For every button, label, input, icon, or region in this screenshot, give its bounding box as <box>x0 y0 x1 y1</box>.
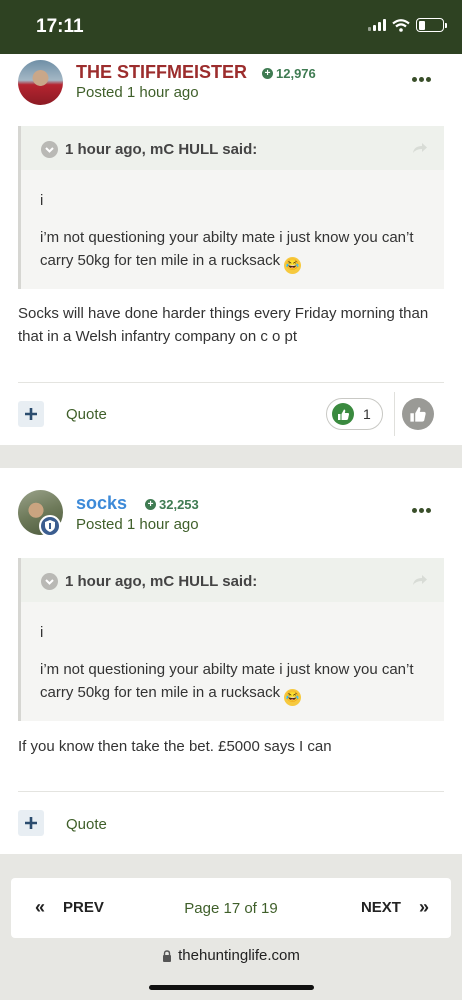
battery-icon <box>416 18 447 32</box>
status-time: 17:11 <box>36 16 84 37</box>
double-chevron-right-icon: » <box>418 897 429 917</box>
multiquote-button[interactable] <box>18 810 44 836</box>
reputation-count: 32,253 <box>159 497 199 512</box>
multiquote-button[interactable] <box>18 401 44 427</box>
post-card: THE STIFFMEISTER + 12,976 Posted 1 hour … <box>0 54 462 445</box>
thumbs-up-icon <box>410 407 426 422</box>
reaction-count-button[interactable]: 1 <box>326 398 383 430</box>
divider <box>18 791 444 792</box>
more-options-button[interactable] <box>412 508 431 513</box>
share-icon[interactable] <box>412 142 428 154</box>
status-bar: 17:11 <box>0 0 462 54</box>
avatar[interactable] <box>18 60 63 105</box>
shield-icon <box>39 515 61 537</box>
url-bar[interactable]: thehuntinglife.com <box>0 947 462 964</box>
quote-button[interactable]: Quote <box>66 406 107 423</box>
post-timestamp[interactable]: Posted 1 hour ago <box>76 84 199 101</box>
divider <box>18 382 444 383</box>
post-body: If you know then take the bet. £5000 say… <box>18 738 332 755</box>
lock-icon <box>163 949 172 962</box>
quote-attribution: 1 hour ago, mC HULL said: <box>65 573 258 590</box>
quote-header: 1 hour ago, mC HULL said: <box>21 558 444 602</box>
reputation-badge: + 32,253 <box>145 497 199 512</box>
chevron-down-icon[interactable] <box>41 141 58 158</box>
laughing-emoji-icon: 😂 <box>284 257 302 274</box>
plus-circle-icon: + <box>262 68 273 79</box>
quote-text: i’m not questioning your abilty mate i j… <box>40 658 420 706</box>
divider <box>394 392 395 436</box>
post-timestamp[interactable]: Posted 1 hour ago <box>76 516 199 533</box>
home-indicator[interactable] <box>149 985 314 990</box>
quote-text: i <box>40 192 44 209</box>
quote-block: 1 hour ago, mC HULL said: i i’m not ques… <box>18 558 444 721</box>
laughing-emoji-icon: 😂 <box>284 689 302 706</box>
plus-icon <box>25 817 37 829</box>
plus-circle-icon: + <box>145 499 156 510</box>
reaction-count: 1 <box>363 406 371 422</box>
quote-text: i <box>40 624 44 641</box>
pagination: « PREV Page 17 of 19 NEXT » <box>11 878 451 938</box>
reputation-badge: + 12,976 <box>262 66 316 81</box>
wifi-icon <box>392 18 410 32</box>
quote-header: 1 hour ago, mC HULL said: <box>21 126 444 170</box>
post-body: Socks will have done harder things every… <box>18 305 429 345</box>
thumbs-up-icon <box>332 403 354 425</box>
post-card: socks + 32,253 Posted 1 hour ago 1 hour … <box>0 468 462 854</box>
quote-block: 1 hour ago, mC HULL said: i i’m not ques… <box>18 126 444 289</box>
plus-icon <box>25 408 37 420</box>
react-button[interactable] <box>402 398 434 430</box>
share-icon[interactable] <box>412 574 428 586</box>
author-name[interactable]: THE STIFFMEISTER <box>76 62 247 83</box>
status-icons <box>368 18 447 32</box>
quote-text: i’m not questioning your abilty mate i j… <box>40 226 420 274</box>
reputation-count: 12,976 <box>276 66 316 81</box>
author-name[interactable]: socks <box>76 493 127 514</box>
quote-attribution: 1 hour ago, mC HULL said: <box>65 141 258 158</box>
more-options-button[interactable] <box>412 77 431 82</box>
quote-button[interactable]: Quote <box>66 816 107 833</box>
chevron-down-icon[interactable] <box>41 573 58 590</box>
next-label: NEXT <box>360 899 401 916</box>
signal-icon <box>368 19 386 31</box>
next-page-button[interactable]: NEXT » <box>360 897 429 917</box>
url-text: thehuntinglife.com <box>178 947 300 964</box>
